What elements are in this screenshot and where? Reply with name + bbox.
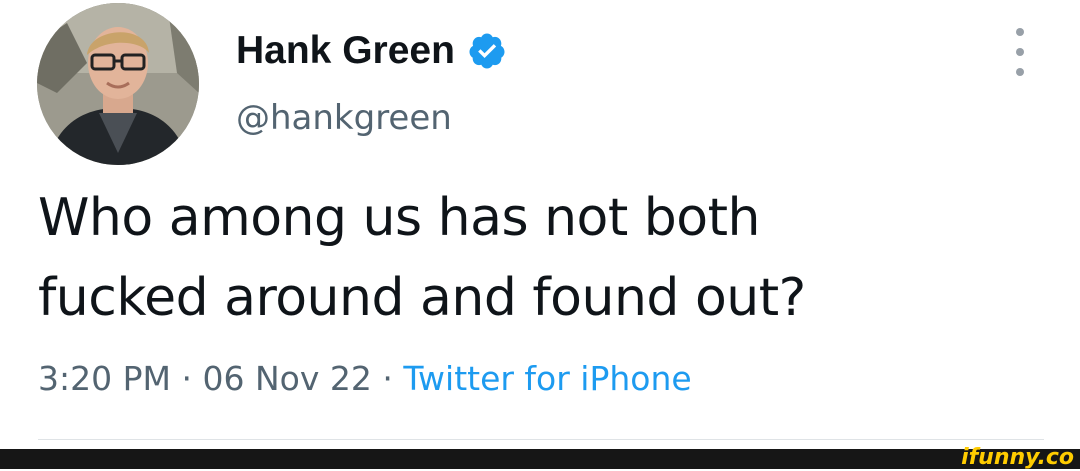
more-dot <box>1016 28 1024 36</box>
divider <box>38 439 1044 440</box>
tweet-date[interactable]: 06 Nov 22 <box>202 359 371 398</box>
author-display-name[interactable]: Hank Green <box>236 28 455 74</box>
tweet-text-line: fucked around and found out? <box>38 268 806 328</box>
avatar[interactable] <box>37 3 199 165</box>
more-dot <box>1016 68 1024 76</box>
tweet-time[interactable]: 3:20 PM <box>38 359 171 398</box>
watermark-bar: ifunny.co <box>0 445 1080 470</box>
meta-separator: · <box>181 359 192 398</box>
author-name-row: Hank Green <box>236 28 507 74</box>
verified-badge-icon <box>469 33 505 69</box>
tweet-text: Who among us has not both fucked around … <box>38 178 1038 338</box>
tweet-source[interactable]: Twitter for iPhone <box>403 359 691 398</box>
author-handle[interactable]: @hankgreen <box>236 96 452 140</box>
more-dot <box>1016 48 1024 56</box>
ifunny-watermark: ifunny.co <box>961 445 1074 470</box>
tweet-text-line: Who among us has not both <box>38 188 760 248</box>
avatar-image <box>37 3 199 165</box>
meta-separator: · <box>382 359 393 398</box>
tweet-metadata: 3:20 PM · 06 Nov 22 · Twitter for iPhone <box>38 354 692 404</box>
more-vertical-icon[interactable] <box>1008 28 1032 76</box>
